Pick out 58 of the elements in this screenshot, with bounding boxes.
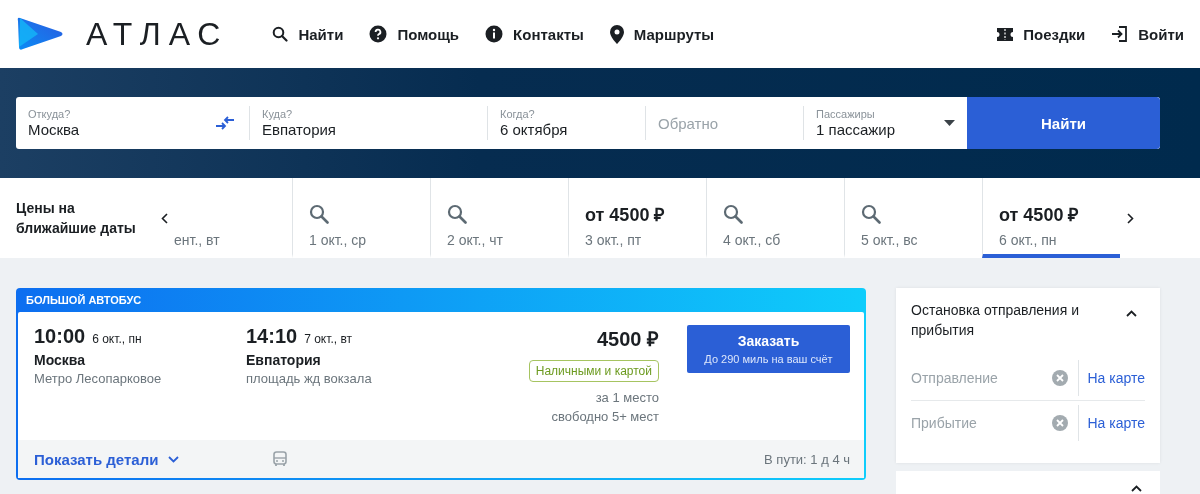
arrival-stop: площадь жд вокзала [246,371,373,386]
trip-duration: В пути: 1 д 4 ч [764,451,850,467]
arrival-city: Евпатория [246,352,322,368]
search-icon [447,204,467,224]
nav-link[interactable]: Контакты [485,25,584,43]
search-icon [723,204,743,224]
trip-price: 4500 ₽ [596,327,659,352]
section-title: Цены на ближайшие даты [16,199,137,238]
date-tab[interactable]: 1 окт., ср [292,178,430,258]
origin-field[interactable]: Откуда? Москва [16,106,250,140]
chevron-up-icon[interactable] [1131,485,1142,492]
passengers-field[interactable]: Пассажиры 1 пассажир [804,106,967,140]
date-tab[interactable]: от 4500 ₽ 3 окт., пт [568,178,706,258]
bus-icon [273,451,288,467]
logo-icon [16,16,64,52]
date-tab[interactable]: 5 окт., вс [844,178,982,258]
departure-city: Москва [34,352,87,368]
book-button[interactable]: Заказать До 290 миль на ваш счёт [687,325,850,373]
price-note: за 1 место [595,390,659,405]
login-icon [1111,26,1129,42]
nav-link[interactable]: Маршруты [609,24,715,44]
departure-stop: Метро Лесопарковое [34,371,163,386]
chevron-right-icon[interactable] [1126,212,1134,224]
dropdown-caret-icon [944,120,955,126]
ticket-icon [997,27,1014,41]
filter-title: Остановка отправления и прибытия [911,301,1080,340]
date-field[interactable]: Когда? 6 октября [488,106,646,140]
nav-link[interactable]: Помощь [369,25,460,43]
swap-icon[interactable] [215,116,235,130]
info-icon [485,25,504,43]
arrival-time: 14:10 [246,325,298,348]
bus-type-label: БОЛЬШОЙ АВТОБУС [26,294,142,306]
collapse-chevron-icon[interactable] [1126,310,1137,317]
date-tab[interactable]: ент., вт [174,178,292,258]
date-tab[interactable]: 2 окт., чт [430,178,568,258]
map-link[interactable]: На карте [1087,370,1145,386]
departure-date: 6 окт., пн [92,332,142,346]
destination-field[interactable]: Куда? Евпатория [250,106,488,140]
trips-link[interactable]: Поездки [997,25,1086,43]
search-icon [861,204,881,224]
date-tab[interactable]: 4 окт., сб [706,178,844,258]
date-tab[interactable]: от 4500 ₽ 6 окт., пн [982,178,1120,258]
search-icon [309,204,329,224]
chevron-down-icon [168,455,180,463]
payment-tag: Наличными и картой [528,360,659,382]
help-icon [369,25,388,43]
search-button[interactable]: Найти [967,97,1160,149]
map-pin-icon [609,24,624,44]
show-details-link[interactable]: Показать детали [34,450,180,468]
departure-time: 10:00 [34,325,86,348]
seats-available: свободно 5+ мест [551,409,659,424]
login-link[interactable]: Войти [1111,25,1184,43]
chevron-left-icon[interactable] [160,212,168,224]
search-icon [272,26,289,42]
nav-link[interactable]: Найти [272,25,344,43]
logo-text: АТЛАС [86,15,229,53]
arrival-date: 7 окт., вт [304,332,352,346]
map-link[interactable]: На карте [1087,415,1145,431]
